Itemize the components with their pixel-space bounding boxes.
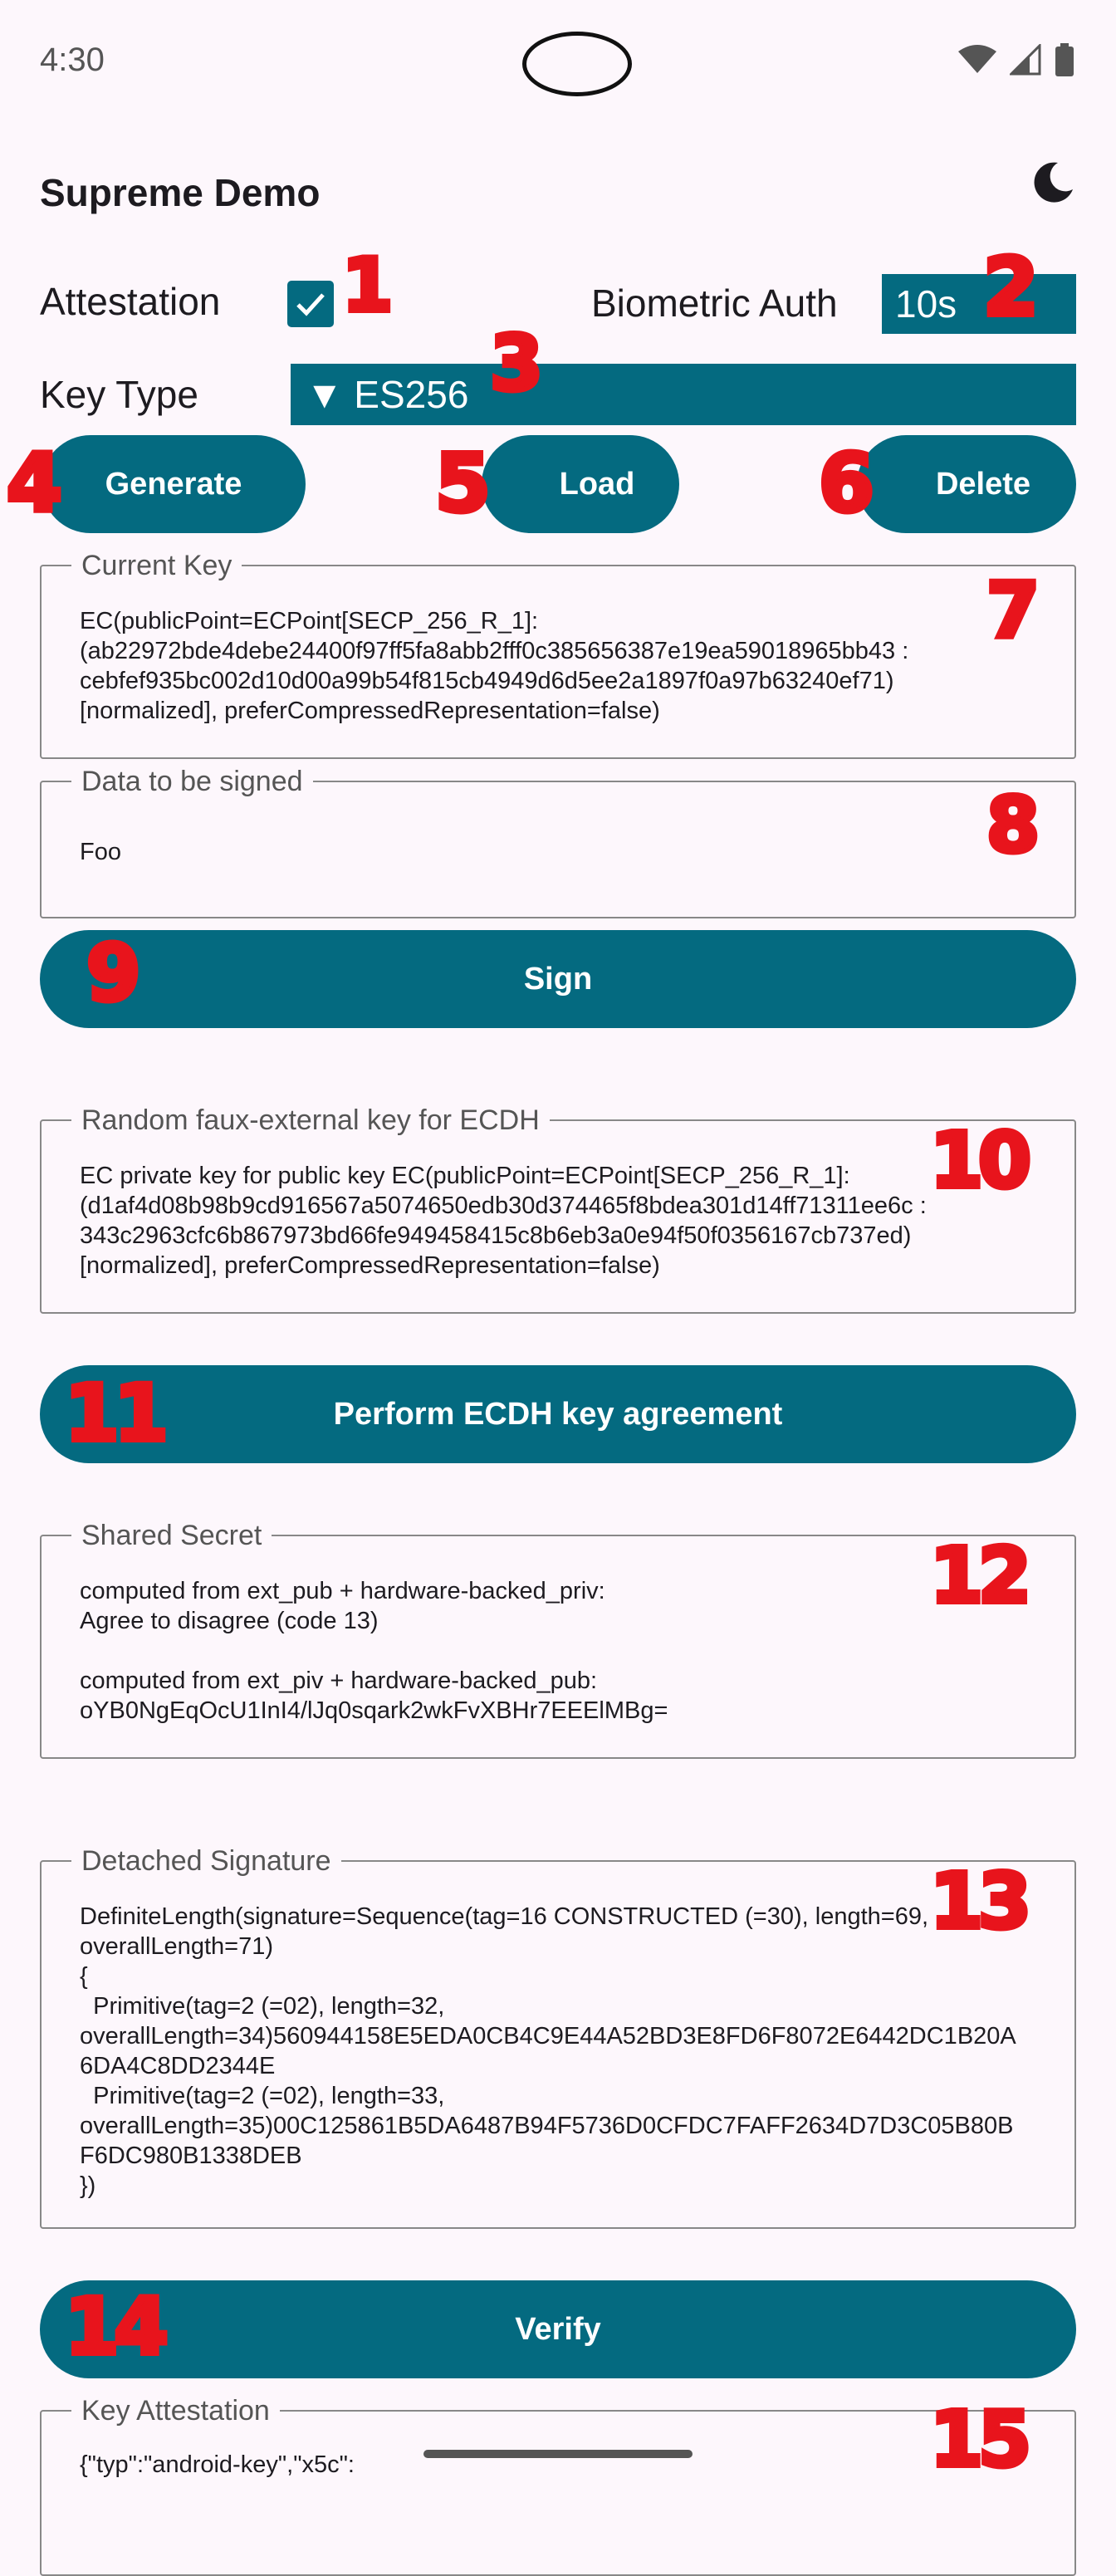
generate-button[interactable]: Generate <box>42 435 306 533</box>
wifi-icon <box>958 45 996 73</box>
battery-icon <box>1055 43 1074 76</box>
data-to-sign-field[interactable]: Data to be signed Foo <box>40 766 1076 918</box>
detached-signature-field[interactable]: Detached Signature DefiniteLength(signat… <box>40 1845 1076 2229</box>
signal-icon <box>1010 44 1041 76</box>
ecdh-agreement-button[interactable]: Perform ECDH key agreement <box>40 1365 1076 1463</box>
annotation-9: 9 <box>84 928 143 1019</box>
annotation-7: 7 <box>984 566 1042 655</box>
current-key-text: EC(publicPoint=ECPoint[SECP_256_R_1]: (a… <box>80 608 909 724</box>
biometric-auth-label: Biometric Auth <box>591 282 838 325</box>
delete-button[interactable]: Delete <box>857 435 1076 533</box>
ecdh-key-legend: Random faux-external key for ECDH <box>71 1104 550 1137</box>
data-to-sign-input[interactable]: Foo <box>80 837 121 867</box>
ecdh-key-field[interactable]: Random faux-external key for ECDH EC pri… <box>40 1104 1076 1314</box>
annotation-10: 10 <box>928 1116 1034 1205</box>
shared-secret-field[interactable]: Shared Secret computed from ext_pub + ha… <box>40 1520 1076 1759</box>
annotation-12: 12 <box>928 1531 1034 1620</box>
annotation-2: 2 <box>981 241 1041 334</box>
system-icons <box>958 43 1074 76</box>
home-indicator[interactable] <box>423 2450 693 2458</box>
key-attestation-legend: Key Attestation <box>71 2395 280 2427</box>
detached-signature-text: DefiniteLength(signature=Sequence(tag=16… <box>80 1903 1016 2199</box>
key-attestation-field[interactable]: Key Attestation {"typ":"android-key","x5… <box>40 2395 1076 2576</box>
key-type-label: Key Type <box>40 373 198 416</box>
shared-secret-legend: Shared Secret <box>71 1520 272 1552</box>
status-bar: 4:30 <box>0 0 1116 125</box>
annotation-15: 15 <box>928 2395 1034 2484</box>
annotation-3: 3 <box>487 319 546 408</box>
check-icon <box>296 293 325 316</box>
current-key-field[interactable]: Current Key EC(publicPoint=ECPoint[SECP_… <box>40 550 1076 759</box>
sign-button[interactable]: Sign <box>40 930 1076 1028</box>
annotation-6: 6 <box>816 437 877 530</box>
verify-button[interactable]: Verify <box>40 2280 1076 2378</box>
camera-cutout <box>522 32 632 96</box>
key-type-dropdown[interactable]: ▼ ES256 <box>291 364 1076 425</box>
attestation-checkbox[interactable] <box>287 281 334 327</box>
annotation-1: 1 <box>340 242 395 328</box>
annotation-8: 8 <box>984 781 1042 869</box>
ecdh-key-text: EC private key for public key EC(publicP… <box>80 1163 927 1279</box>
annotation-5: 5 <box>433 437 493 530</box>
key-attestation-text: {"typ":"android-key","x5c": <box>80 2451 355 2478</box>
status-time: 4:30 <box>40 42 105 78</box>
annotation-13: 13 <box>928 1857 1034 1946</box>
attestation-label: Attestation <box>40 280 221 323</box>
data-to-sign-legend: Data to be signed <box>71 766 313 798</box>
annotation-14: 14 <box>62 2282 171 2373</box>
annotation-11: 11 <box>62 1369 171 1459</box>
shared-secret-text: computed from ext_pub + hardware-backed_… <box>80 1578 668 1724</box>
dark-mode-toggle-icon[interactable] <box>1030 159 1076 206</box>
detached-signature-legend: Detached Signature <box>71 1845 341 1878</box>
biometric-timeout-field[interactable]: 10s <box>882 274 1076 334</box>
annotation-4: 4 <box>4 437 65 530</box>
load-button[interactable]: Load <box>482 435 679 533</box>
app-title: Supreme Demo <box>40 171 321 214</box>
current-key-legend: Current Key <box>71 550 242 582</box>
